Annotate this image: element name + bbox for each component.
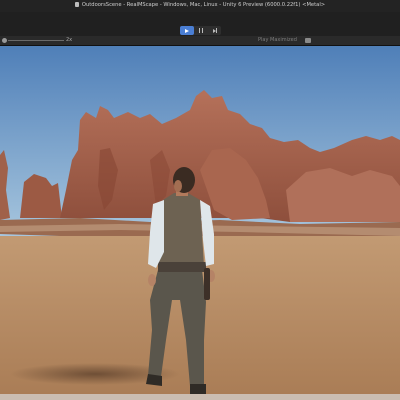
scale-slider-track[interactable]	[8, 40, 64, 41]
window-title-text: OutdoorsScene - RealMScape - Windows, Ma…	[81, 2, 326, 8]
step-icon	[212, 28, 217, 33]
gizmo-icon[interactable]	[305, 38, 311, 43]
game-view-toolbar: 2x Play Maximized	[0, 36, 400, 46]
play-mode-dropdown[interactable]: Play Maximized	[258, 37, 297, 43]
editor-toolbar	[0, 12, 400, 36]
window-title: OutdoorsScene - RealMScape - Windows, Ma…	[0, 2, 400, 8]
play-button[interactable]	[180, 26, 194, 35]
pause-button[interactable]	[194, 26, 208, 35]
step-button[interactable]	[207, 26, 221, 35]
playmode-controls	[180, 26, 221, 35]
pause-icon	[198, 28, 203, 33]
game-scene	[0, 46, 400, 400]
scale-slider-handle[interactable]	[2, 38, 7, 43]
document-icon	[74, 2, 79, 7]
scale-label: 2x	[66, 37, 73, 43]
play-icon	[184, 28, 189, 33]
game-viewport[interactable]	[0, 46, 400, 400]
viewport-bottom-edge	[0, 394, 400, 400]
window-titlebar: OutdoorsScene - RealMScape - Windows, Ma…	[0, 0, 400, 12]
